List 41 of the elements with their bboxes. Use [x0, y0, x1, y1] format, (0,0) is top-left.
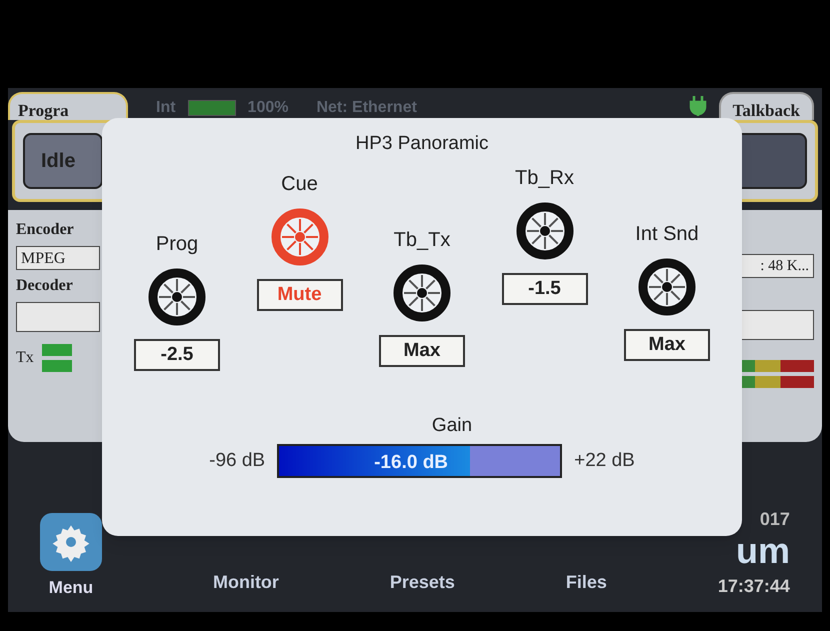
nav-label[interactable]: Monitor: [212, 569, 279, 596]
encoder-label: Encoder: [16, 220, 75, 240]
nav-label[interactable]: Presets: [390, 569, 455, 596]
knob-icon[interactable]: [514, 200, 574, 260]
knob-label: Prog: [156, 232, 198, 256]
tx-meter-bar: [42, 344, 72, 356]
gain-slider[interactable]: -16.0 dB: [277, 444, 562, 478]
gain-label: Gain: [432, 414, 472, 438]
knob-label: Int Snd: [635, 222, 699, 246]
tx-meter-bar: [42, 360, 72, 372]
knob-value[interactable]: -1.5: [502, 272, 588, 305]
dialog-title: HP3 Panoramic: [355, 132, 489, 156]
knob-icon[interactable]: [147, 266, 207, 326]
int-reading: 100%: [248, 98, 288, 118]
decoder-label: Decoder: [16, 276, 74, 296]
knob-icon[interactable]: [392, 262, 452, 322]
knob-icon[interactable]: [637, 256, 697, 316]
nav-label[interactable]: Files: [566, 569, 607, 596]
knob-label: Tb_Rx: [515, 166, 574, 190]
gain-reading: -16.0 dB: [374, 451, 448, 475]
knob-value[interactable]: Max: [379, 334, 465, 367]
knob-value[interactable]: Max: [624, 328, 710, 361]
encoder-field[interactable]: MPEG: [16, 246, 100, 270]
menu-button[interactable]: [40, 512, 102, 570]
gain-min: -96 dB: [209, 448, 266, 473]
program-tab[interactable]: Progra: [8, 92, 128, 120]
brand-text: um: [736, 533, 790, 569]
int-label: Int: [156, 98, 176, 118]
menu-label[interactable]: Menu: [48, 574, 94, 600]
gain-max: +22 dB: [574, 448, 635, 473]
plug-icon: [688, 94, 707, 116]
knob-label: Tb_Tx: [394, 228, 450, 252]
knob-value[interactable]: -2.5: [134, 338, 220, 371]
network-status: Net: Ethernet: [316, 98, 417, 118]
clock-text: 17:37:44: [718, 575, 790, 598]
tx-label: Tx: [16, 348, 34, 368]
decoder-field[interactable]: [16, 302, 100, 332]
knob-label: Cue: [281, 172, 318, 196]
talkback-tab[interactable]: Talkback: [718, 92, 814, 120]
date-text: 017: [760, 508, 790, 531]
knob-value[interactable]: Mute: [256, 278, 342, 311]
